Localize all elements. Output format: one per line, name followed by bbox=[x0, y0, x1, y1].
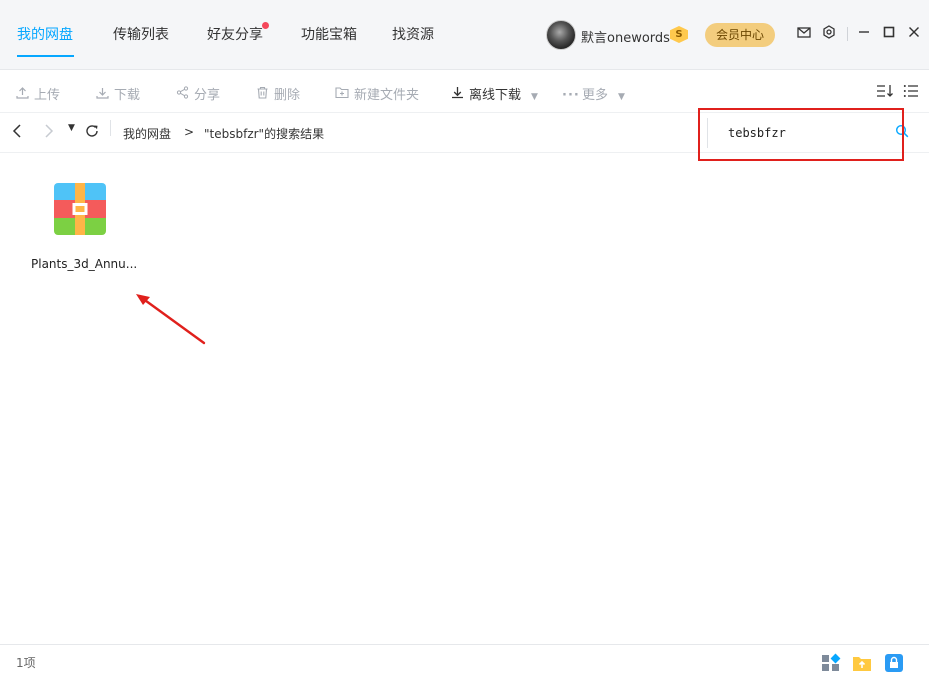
active-tab-indicator bbox=[17, 55, 74, 57]
lock-icon[interactable] bbox=[884, 653, 904, 673]
chevron-down-icon: ▼ bbox=[531, 92, 538, 102]
chevron-down-icon: ▼ bbox=[618, 92, 625, 102]
refresh-icon[interactable] bbox=[85, 124, 99, 142]
file-name[interactable]: Plants_3d_Annu... bbox=[31, 257, 137, 271]
forward-icon[interactable] bbox=[42, 124, 54, 142]
settings-icon[interactable] bbox=[820, 25, 838, 43]
breadcrumb-root[interactable]: 我的网盘 bbox=[123, 125, 171, 142]
offline-download-label: 离线下载 bbox=[469, 88, 522, 103]
tab-friend-share[interactable]: 好友分享 bbox=[207, 24, 263, 44]
new-folder-label: 新建文件夹 bbox=[354, 88, 420, 103]
download-icon bbox=[94, 86, 110, 103]
offline-download-button[interactable]: 离线下载 ▼ bbox=[449, 84, 538, 103]
delete-label: 删除 bbox=[274, 88, 301, 103]
apps-grid-icon[interactable] bbox=[821, 653, 841, 673]
more-label: 更多 bbox=[582, 88, 609, 103]
status-bar: 1项 bbox=[0, 644, 929, 676]
file-toolbar: 上传 下载 分享 删除 新建文件夹 离线下载 ▼ ··· 更多 ▼ bbox=[0, 71, 929, 113]
upload-button[interactable]: 上传 bbox=[14, 84, 60, 103]
minimize-icon[interactable] bbox=[855, 25, 873, 43]
file-item[interactable]: Plants_3d_Annu... bbox=[28, 176, 137, 276]
sort-icon[interactable] bbox=[876, 83, 894, 103]
close-icon[interactable] bbox=[905, 25, 923, 43]
offline-download-icon bbox=[449, 86, 465, 103]
upload-label: 上传 bbox=[34, 88, 61, 103]
tab-find-resources[interactable]: 找资源 bbox=[392, 24, 434, 44]
username[interactable]: 默言onewords bbox=[581, 27, 670, 46]
share-icon bbox=[174, 86, 190, 103]
maximize-icon[interactable] bbox=[880, 25, 898, 43]
notification-dot bbox=[262, 22, 269, 29]
top-nav-bar: 我的网盘 传输列表 好友分享 功能宝箱 找资源 默言onewords S 会员中… bbox=[0, 0, 929, 70]
tab-my-drive[interactable]: 我的网盘 bbox=[17, 24, 73, 44]
share-label: 分享 bbox=[194, 88, 221, 103]
breadcrumb-current: "tebsbfzr"的搜索结果 bbox=[204, 127, 325, 141]
archive-file-icon bbox=[54, 183, 106, 235]
list-view-icon[interactable] bbox=[903, 83, 919, 103]
window-controls-divider bbox=[847, 27, 848, 41]
delete-button[interactable]: 删除 bbox=[254, 84, 300, 103]
svip-badge-icon: S bbox=[670, 26, 688, 43]
address-divider bbox=[110, 120, 111, 136]
more-icon: ··· bbox=[562, 88, 580, 103]
upload-icon bbox=[14, 86, 30, 103]
upload-folder-icon[interactable] bbox=[852, 653, 872, 673]
annotation-arrow bbox=[136, 294, 206, 345]
download-label: 下载 bbox=[114, 88, 141, 103]
item-count: 1项 bbox=[16, 656, 36, 670]
new-folder-icon bbox=[334, 86, 350, 103]
tab-feature-box[interactable]: 功能宝箱 bbox=[301, 24, 357, 44]
tab-transfer-list[interactable]: 传输列表 bbox=[113, 24, 169, 44]
vip-center-button[interactable]: 会员中心 bbox=[705, 23, 775, 47]
search-highlight-annotation bbox=[698, 108, 904, 161]
new-folder-button[interactable]: 新建文件夹 bbox=[334, 84, 419, 103]
history-dropdown-icon[interactable]: ▼ bbox=[68, 123, 75, 133]
share-button[interactable]: 分享 bbox=[174, 84, 220, 103]
breadcrumb-separator: > bbox=[184, 125, 195, 139]
back-icon[interactable] bbox=[12, 124, 24, 142]
more-button[interactable]: ··· 更多 ▼ bbox=[562, 84, 625, 103]
trash-icon bbox=[254, 86, 270, 103]
avatar[interactable] bbox=[546, 20, 576, 50]
download-button[interactable]: 下载 bbox=[94, 84, 140, 103]
mail-icon[interactable] bbox=[795, 25, 813, 43]
